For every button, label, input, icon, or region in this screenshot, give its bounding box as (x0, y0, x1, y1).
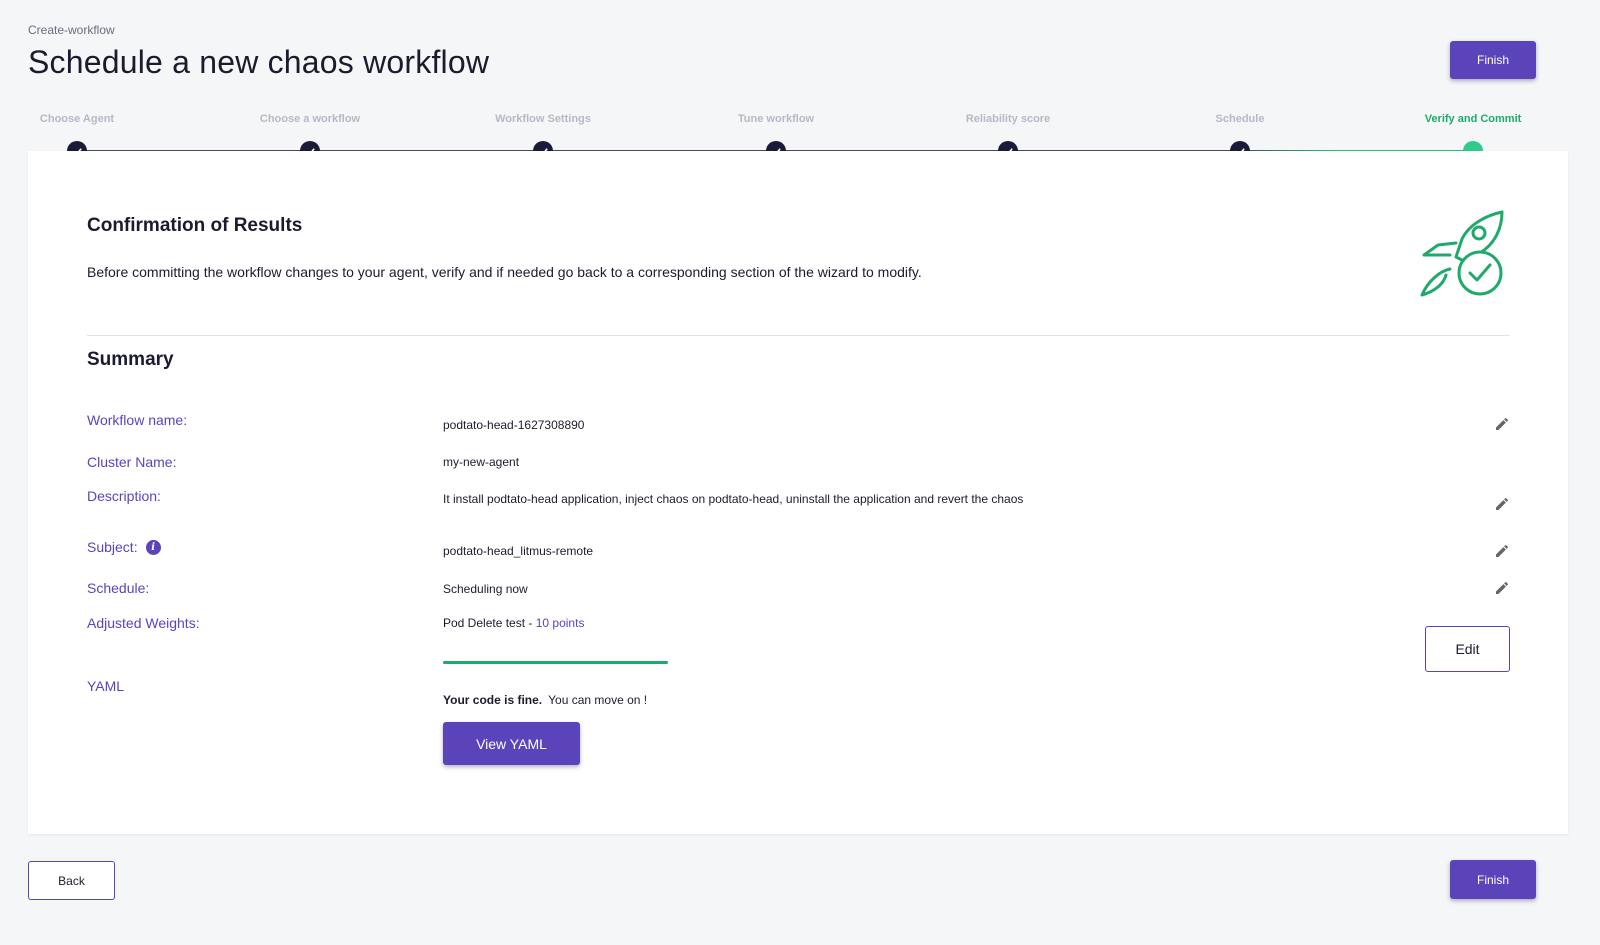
verify-card: Confirmation of Results Before committin… (28, 151, 1568, 834)
confirmation-description: Before committing the workflow changes t… (87, 264, 922, 280)
pencil-icon[interactable] (1494, 496, 1510, 512)
page-title: Schedule a new chaos workflow (28, 44, 490, 80)
pencil-icon[interactable] (1494, 580, 1510, 596)
cluster-name-label-text: Cluster Name: (87, 454, 177, 470)
step-label-reliability-score: Reliability score (965, 113, 1051, 125)
step-label-verify-commit: Verify and Commit (1424, 113, 1522, 125)
weights-label: Adjusted Weights: (87, 615, 200, 631)
section-divider (87, 335, 1510, 336)
subject-label: Subject: i (87, 539, 161, 555)
cluster-name-value: my-new-agent (443, 455, 520, 469)
workflow-name-value: podtato-head-1627308890 (443, 418, 585, 432)
step-label-tune-workflow: Tune workflow (737, 113, 815, 125)
subject-value: podtato-head_litmus-remote (443, 544, 594, 558)
info-icon[interactable]: i (145, 539, 161, 555)
description-label: Description: (87, 488, 161, 504)
weights-label-text: Adjusted Weights: (87, 615, 200, 631)
back-button[interactable]: Back (28, 861, 115, 900)
weights-separator: - (525, 616, 536, 630)
weights-value: Pod Delete test - 10 points (443, 616, 584, 630)
description-label-text: Description: (87, 488, 161, 504)
workflow-name-label: Workflow name: (87, 412, 187, 428)
schedule-label: Schedule: (87, 580, 149, 596)
pencil-icon[interactable] (1494, 416, 1510, 432)
cluster-name-label: Cluster Name: (87, 454, 176, 470)
step-label-schedule: Schedule (1215, 113, 1265, 125)
weight-progress-bar (443, 661, 668, 664)
step-label-workflow-settings: Workflow Settings (495, 113, 591, 125)
step-label-choose-workflow: Choose a workflow (259, 113, 361, 125)
breadcrumb: Create-workflow (28, 23, 115, 37)
pencil-icon[interactable] (1494, 543, 1510, 559)
yaml-label-text: YAML (87, 678, 125, 694)
finish-button-top[interactable]: Finish (1450, 41, 1536, 79)
yaml-status-bold: Your code is fine. (443, 693, 543, 707)
workflow-name-label-text: Workflow name: (87, 412, 188, 428)
schedule-label-text: Schedule: (87, 580, 150, 596)
step-label-choose-agent: Choose Agent (39, 113, 115, 125)
confirmation-title: Confirmation of Results (87, 215, 303, 236)
weights-points: 10 points (535, 616, 585, 630)
subject-label-text: Subject: (87, 539, 138, 555)
view-yaml-button[interactable]: View YAML (443, 722, 580, 765)
rocket-check-icon (1420, 210, 1504, 297)
schedule-value: Scheduling now (443, 582, 528, 596)
edit-weights-button[interactable]: Edit (1425, 626, 1510, 672)
yaml-status-text: You can move on ! (548, 693, 648, 707)
yaml-label: YAML (87, 678, 124, 694)
summary-title: Summary (87, 349, 174, 370)
finish-button-bottom[interactable]: Finish (1450, 860, 1536, 899)
weights-test-name: Pod Delete test (443, 616, 526, 630)
yaml-status: Your code is fine. You can move on ! (443, 693, 647, 707)
description-value: It install podtato-head application, inj… (443, 492, 1024, 506)
